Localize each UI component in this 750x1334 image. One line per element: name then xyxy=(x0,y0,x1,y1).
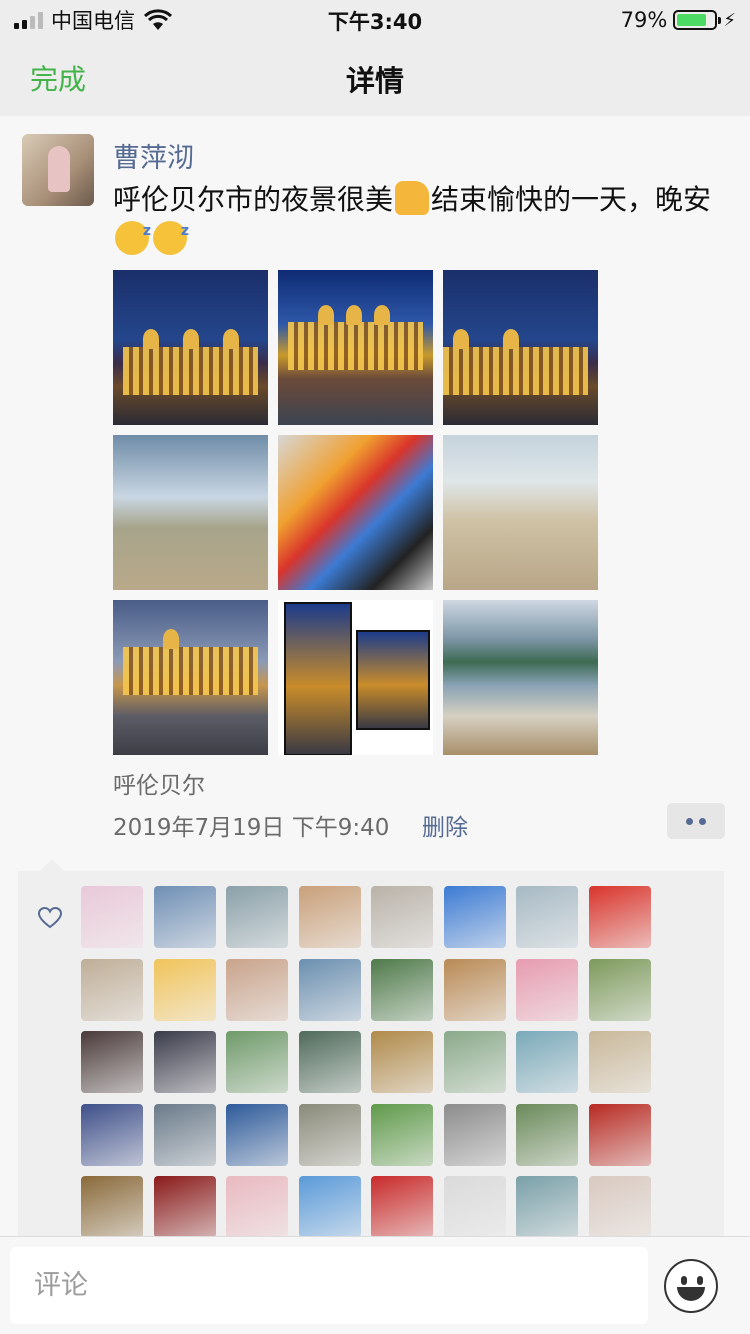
more-actions-button[interactable] xyxy=(667,803,725,839)
sleeping-face-icon xyxy=(115,211,151,255)
post-location[interactable]: 呼伦贝尔 xyxy=(113,766,205,800)
comment-bar xyxy=(0,1236,750,1334)
author-name[interactable]: 曹萍沏 xyxy=(113,136,194,175)
like-avatar[interactable] xyxy=(443,886,506,948)
like-avatar[interactable] xyxy=(153,886,216,948)
like-avatar[interactable] xyxy=(516,886,578,948)
like-avatar[interactable] xyxy=(516,1031,578,1093)
photo-6[interactable] xyxy=(443,435,598,590)
like-avatar[interactable] xyxy=(81,1103,143,1166)
like-avatar[interactable] xyxy=(226,886,288,948)
like-avatar[interactable] xyxy=(298,1103,361,1166)
photo-8[interactable] xyxy=(278,600,433,755)
post-detail: 曹萍沏 呼伦贝尔市的夜景很美 结束愉快的一天，晚安 呼伦贝尔 2019年7月19日… xyxy=(0,116,750,1238)
post-timestamp: 2019年7月19日 下午9:40 xyxy=(113,815,390,841)
like-avatar[interactable] xyxy=(226,1176,288,1238)
like-avatar[interactable] xyxy=(298,886,361,948)
photo-9[interactable] xyxy=(443,600,598,755)
photo-4[interactable] xyxy=(113,435,268,590)
status-right: 79% ⚡ xyxy=(621,6,736,34)
photo-grid xyxy=(113,270,598,755)
like-avatar[interactable] xyxy=(588,1176,651,1238)
like-avatar[interactable] xyxy=(153,958,216,1021)
like-avatar[interactable] xyxy=(443,1103,506,1166)
like-avatar[interactable] xyxy=(371,1103,433,1166)
photo-1[interactable] xyxy=(113,270,268,425)
like-avatar[interactable] xyxy=(443,1031,506,1093)
status-bar: 中国电信 下午3:40 79% ⚡ xyxy=(0,0,750,40)
delete-link[interactable]: 删除 xyxy=(422,808,468,842)
sleeping-face-icon xyxy=(153,211,189,255)
like-avatar[interactable] xyxy=(226,1103,288,1166)
post-text-part1: 呼伦贝尔市的夜景很美 xyxy=(113,183,394,216)
author-avatar[interactable] xyxy=(22,134,94,206)
like-avatar[interactable] xyxy=(443,958,506,1021)
like-avatar[interactable] xyxy=(371,958,433,1021)
like-avatar[interactable] xyxy=(81,1176,143,1238)
like-avatar[interactable] xyxy=(153,1176,216,1238)
like-avatar[interactable] xyxy=(516,1176,578,1238)
battery-icon xyxy=(673,10,722,30)
like-avatar[interactable] xyxy=(298,958,361,1021)
nav-bar: 完成 详情 xyxy=(0,40,750,116)
like-avatar[interactable] xyxy=(298,1176,361,1238)
like-avatar[interactable] xyxy=(371,1031,433,1093)
photo-2[interactable] xyxy=(278,270,433,425)
like-avatar[interactable] xyxy=(226,958,288,1021)
like-avatar[interactable] xyxy=(153,1031,216,1093)
photo-5[interactable] xyxy=(278,435,433,590)
like-avatar[interactable] xyxy=(226,1031,288,1093)
comment-input[interactable] xyxy=(10,1247,648,1324)
like-avatar[interactable] xyxy=(153,1103,216,1166)
like-avatar[interactable] xyxy=(516,958,578,1021)
post-text: 呼伦贝尔市的夜景很美 结束愉快的一天，晚安 xyxy=(113,180,713,260)
like-avatar[interactable] xyxy=(298,1031,361,1093)
like-avatar[interactable] xyxy=(371,886,433,948)
post-text-part2: 结束愉快的一天，晚安 xyxy=(431,183,712,216)
like-avatar[interactable] xyxy=(588,1103,651,1166)
like-avatar[interactable] xyxy=(81,958,143,1021)
like-avatar[interactable] xyxy=(516,1103,578,1166)
page-title: 详情 xyxy=(345,64,404,98)
likes-panel xyxy=(18,859,724,1238)
photo-7[interactable] xyxy=(113,600,268,755)
photo-3[interactable] xyxy=(443,270,598,425)
like-avatar[interactable] xyxy=(588,886,651,948)
like-avatar[interactable] xyxy=(443,1176,506,1238)
like-avatar[interactable] xyxy=(371,1176,433,1238)
battery-percent: 79% xyxy=(620,8,668,32)
thumbs-up-icon xyxy=(395,181,430,215)
heart-icon xyxy=(38,907,62,929)
like-avatar[interactable] xyxy=(81,1031,143,1093)
like-avatar[interactable] xyxy=(588,958,651,1021)
like-avatar[interactable] xyxy=(81,886,143,948)
charging-icon: ⚡ xyxy=(723,9,736,31)
emoji-button[interactable] xyxy=(664,1259,718,1313)
like-avatar[interactable] xyxy=(588,1031,651,1093)
